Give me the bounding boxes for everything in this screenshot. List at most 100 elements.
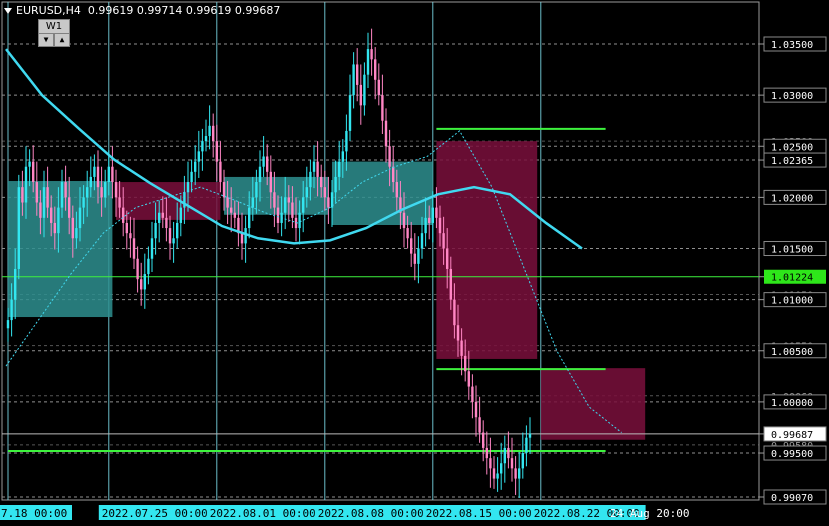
weekly-zone: [332, 161, 433, 225]
candle-body: [474, 401, 478, 418]
candle-body: [258, 166, 262, 183]
chart-header: EURUSD,H4 0.99619 0.99714 0.99619 0.9968…: [4, 4, 280, 17]
candle-body: [219, 161, 222, 183]
candle-body: [168, 228, 172, 244]
candle-body: [150, 238, 154, 259]
candle-body: [518, 468, 521, 479]
price-tick-label: 1.02500: [771, 142, 813, 153]
price-tick-label: 1.00500: [771, 347, 813, 358]
candle-body: [500, 463, 503, 474]
candle: [496, 457, 499, 492]
candle-body: [154, 222, 157, 239]
candle-body: [291, 202, 294, 218]
candle-body: [356, 64, 359, 85]
candle-body: [453, 299, 456, 326]
candle: [381, 74, 384, 134]
candle-body: [89, 176, 92, 188]
candle-body: [528, 433, 532, 438]
candle-body: [435, 207, 438, 218]
dropdown-triangle-icon[interactable]: [4, 8, 12, 14]
candle-body: [93, 166, 96, 177]
candle: [503, 435, 506, 483]
candle: [363, 62, 366, 116]
candle: [240, 212, 244, 260]
candle-body: [352, 64, 355, 96]
price-tick-label: 1.02365: [771, 156, 813, 167]
plot-border: [1, 1, 760, 501]
candle: [366, 32, 370, 88]
weekly-zone: [436, 141, 538, 359]
candle-body: [471, 386, 474, 402]
candle-body: [251, 197, 254, 208]
candle: [417, 236, 420, 284]
candle-body: [104, 182, 107, 198]
candle: [525, 425, 528, 467]
candle-body: [240, 233, 244, 244]
price-chart[interactable]: 1.025001.010501.005501.000600.995801.035…: [0, 0, 829, 526]
candle-body: [298, 212, 301, 229]
candle-body: [276, 207, 280, 223]
candle-body: [417, 248, 420, 264]
candle-body: [215, 141, 218, 162]
candle-body: [96, 166, 100, 188]
candle: [136, 246, 139, 293]
candle: [244, 215, 247, 263]
candle-body: [100, 187, 103, 198]
candle-body: [489, 458, 492, 469]
price-tick-label: 1.00000: [771, 398, 813, 409]
current-price-label: 1.01224: [771, 273, 813, 284]
candle-body: [212, 125, 215, 142]
candle-body: [503, 447, 506, 464]
candle-body: [456, 325, 460, 341]
candle-body: [230, 207, 233, 213]
candle: [478, 396, 481, 443]
candle-body: [316, 161, 319, 177]
candle-body: [485, 447, 488, 459]
candle: [262, 136, 265, 177]
candle-body: [32, 161, 35, 183]
candle: [143, 253, 146, 309]
gridlines: [2, 2, 759, 500]
candle-body: [42, 187, 46, 218]
price-tick-label: 0.99500: [771, 449, 813, 460]
candle: [168, 215, 172, 260]
time-tick-label: 24 Aug 20:00: [610, 507, 689, 520]
candle-body: [341, 151, 344, 162]
candle: [197, 130, 200, 178]
candle-body: [226, 197, 229, 208]
candle-body: [482, 432, 485, 448]
candle-body: [287, 197, 290, 203]
candle-body: [14, 268, 17, 300]
candle-body: [334, 176, 337, 193]
candle: [521, 432, 524, 479]
candle-body: [449, 268, 452, 300]
candle-body: [284, 197, 287, 213]
candle: [172, 221, 175, 263]
candle-body: [140, 279, 143, 290]
candle-body: [136, 258, 139, 280]
candle-body: [320, 176, 323, 188]
candle-body: [492, 468, 496, 479]
candle-body: [262, 156, 265, 167]
candle: [410, 221, 413, 267]
candle-body: [327, 197, 330, 208]
candle-body: [507, 447, 510, 459]
candle: [215, 124, 218, 182]
candle-body: [57, 207, 60, 234]
candle: [212, 113, 215, 158]
time-tick-label: 7.18 00:00: [1, 507, 67, 520]
candle-body: [64, 182, 67, 198]
candle-body: [420, 233, 424, 249]
candle-body: [514, 468, 517, 479]
candle-body: [147, 258, 150, 275]
timeframe-up-button[interactable]: ▲: [54, 33, 70, 47]
candle: [474, 385, 478, 437]
candle-body: [446, 248, 449, 269]
candle: [129, 216, 132, 258]
candle: [514, 456, 517, 495]
timeframe-down-button[interactable]: ▼: [38, 33, 54, 47]
candle-body: [510, 458, 514, 469]
candle-body: [143, 274, 146, 290]
weekly-zone: [224, 176, 329, 215]
candle-body: [68, 197, 71, 218]
